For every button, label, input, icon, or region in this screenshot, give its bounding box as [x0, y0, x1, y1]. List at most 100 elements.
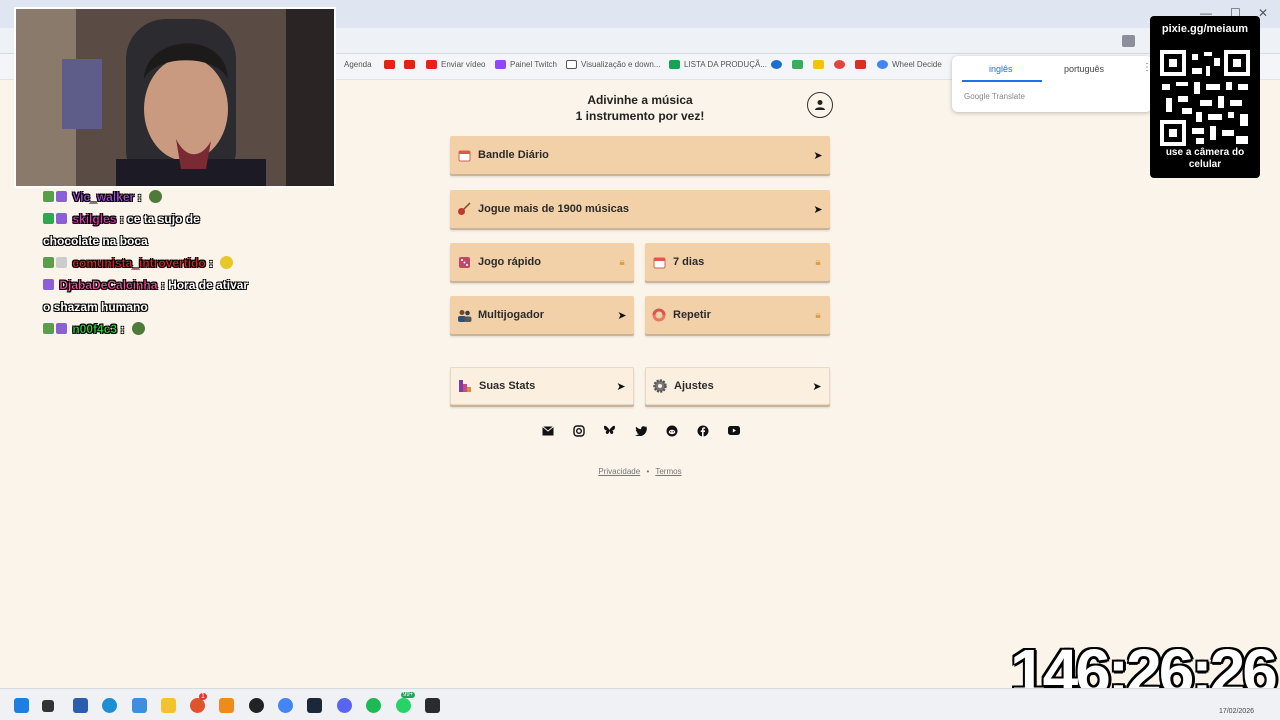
arrow-right-icon: ➤ [617, 309, 627, 322]
bookmark-youtube-2[interactable] [404, 60, 415, 69]
badge-icon [43, 279, 54, 290]
daily-bandle-button[interactable]: Bandle Diário ➤ [450, 136, 830, 174]
bookmark-visualizacao[interactable]: Visualização e down... [566, 60, 660, 69]
cloud-app-icon[interactable] [219, 698, 234, 713]
steam-icon[interactable] [307, 698, 322, 713]
youtube-icon [404, 60, 415, 69]
chrome-icon[interactable] [278, 698, 293, 713]
dice-icon [456, 254, 472, 270]
reddit-icon[interactable] [665, 424, 678, 437]
chat-message: n00f4c3 : [43, 318, 293, 340]
obs-icon[interactable] [249, 698, 264, 713]
play-all-songs-button[interactable]: Jogue mais de 1900 músicas ➤ [450, 190, 830, 228]
spotify-icon[interactable] [366, 698, 381, 713]
chat-username: skilgles [72, 212, 117, 226]
youtube-icon[interactable] [727, 424, 740, 437]
notification-app-icon[interactable] [190, 698, 205, 713]
emoji-icon [220, 256, 234, 269]
store-icon[interactable] [73, 698, 88, 713]
title-line-2: 1 instrumento por vez! [575, 109, 705, 123]
multiplayer-button[interactable]: Multijogador ➤ [450, 296, 634, 334]
whatsapp-icon[interactable] [396, 698, 411, 713]
seven-days-button[interactable]: 7 dias 🔒︎ [645, 243, 830, 281]
qr-caption-line-1: use a câmera do [1165, 147, 1245, 158]
bookmark-wheel-decide[interactable]: Wheel Decide [877, 60, 942, 69]
badge-icon [56, 257, 67, 268]
page-title: Adivinhe a música 1 instrumento por vez! [540, 92, 740, 124]
quick-game-label: Jogo rápido [478, 256, 541, 268]
folder-icon[interactable] [161, 698, 176, 713]
qr-caption-line-2: celular [1188, 159, 1222, 170]
footer-separator: • [646, 467, 650, 476]
translate-popup: inglês português Google Translate ⋮ [952, 56, 1152, 112]
google-translate-brand: Google Translate [964, 92, 1025, 101]
instagram-icon[interactable] [572, 424, 585, 437]
active-tab-indicator [962, 80, 1042, 82]
streamer-webcam-image [16, 9, 334, 186]
windows-start-icon[interactable] [14, 698, 29, 713]
chat-message: chocolate na boca [43, 230, 293, 252]
outlook-icon [771, 60, 782, 69]
chat-username: Vic_walker [72, 190, 135, 204]
lock-icon: 🔒︎ [815, 309, 821, 321]
taskbar-date: 17/02/2026 [1218, 708, 1254, 715]
webcam-overlay [14, 7, 336, 188]
chat-message: o shazam humano [43, 296, 293, 318]
badge-icon [43, 191, 54, 202]
play-all-label: Jogue mais de 1900 músicas [478, 203, 630, 215]
sheets-icon [669, 60, 680, 69]
bookmark-agenda[interactable]: Agenda [344, 60, 372, 69]
arrow-right-icon: ➤ [813, 203, 823, 216]
calendar-icon [651, 254, 667, 270]
bookmark-outlook[interactable] [771, 60, 782, 69]
people-icon [456, 307, 472, 323]
quick-game-button[interactable]: Jogo rápido 🔒︎ [450, 243, 634, 281]
notification-badge: 1 [199, 693, 207, 700]
bookmark-reddit[interactable] [834, 60, 845, 69]
qr-caption: use a câmera do celular [1150, 147, 1260, 171]
chat-text: chocolate na boca [43, 234, 148, 248]
terminal-icon[interactable] [425, 698, 440, 713]
translate-source-tab[interactable]: inglês [989, 64, 1013, 74]
gear-icon [652, 378, 668, 394]
badge-icon [43, 213, 54, 224]
bookmark-drive[interactable] [792, 60, 803, 69]
settings-button[interactable]: Ajustes ➤ [645, 367, 830, 405]
chat-username: DjabaDeCalcinha [59, 278, 158, 292]
chat-message: comunista_introvertido : [43, 252, 293, 274]
bookmark-enviar-video[interactable]: Enviar vídeo [426, 60, 485, 69]
discord-icon[interactable] [337, 698, 352, 713]
whatsapp-badge: 99+ [401, 692, 416, 698]
chat-overlay: Vic_walker : skilgles : ce ta sujo de ch… [43, 186, 293, 340]
terms-link[interactable]: Termos [655, 467, 681, 476]
stats-button[interactable]: Suas Stats ➤ [450, 367, 634, 405]
drive-icon [792, 60, 803, 69]
email-icon[interactable] [541, 424, 554, 437]
facebook-icon[interactable] [696, 424, 709, 437]
gmail-icon [855, 60, 866, 69]
bluesky-icon[interactable] [603, 424, 616, 437]
translate-target-tab[interactable]: português [1064, 64, 1104, 74]
repeat-icon [651, 307, 667, 323]
bookmark-lista-producao[interactable]: LISTA DA PRODUÇÃ... [669, 60, 767, 69]
bookmark-keep[interactable] [813, 60, 824, 69]
youtube-icon [384, 60, 395, 69]
translate-icon[interactable] [1122, 35, 1135, 47]
twitter-icon[interactable] [634, 424, 647, 437]
repeat-label: Repetir [673, 309, 711, 321]
chat-text: o shazam humano [43, 300, 148, 314]
chat-text: Hora de ativar [168, 278, 249, 292]
bookmark-gmail[interactable] [855, 60, 866, 69]
repeat-button[interactable]: Repetir 🔒︎ [645, 296, 830, 334]
outlook-icon[interactable] [132, 698, 147, 713]
bookmark-painel-twitch[interactable]: Painel Twitch [495, 60, 557, 69]
user-icon [815, 100, 825, 110]
reddit-icon [834, 60, 845, 69]
stats-icon [457, 378, 473, 394]
privacy-link[interactable]: Privacidade [598, 467, 640, 476]
edge-icon[interactable] [102, 698, 117, 713]
qr-panel: pixie.gg/meiaum use a câmera do celular [1150, 16, 1260, 178]
bookmark-youtube-1[interactable] [384, 60, 395, 69]
profile-button[interactable] [807, 92, 833, 118]
task-view-icon[interactable] [42, 700, 54, 712]
